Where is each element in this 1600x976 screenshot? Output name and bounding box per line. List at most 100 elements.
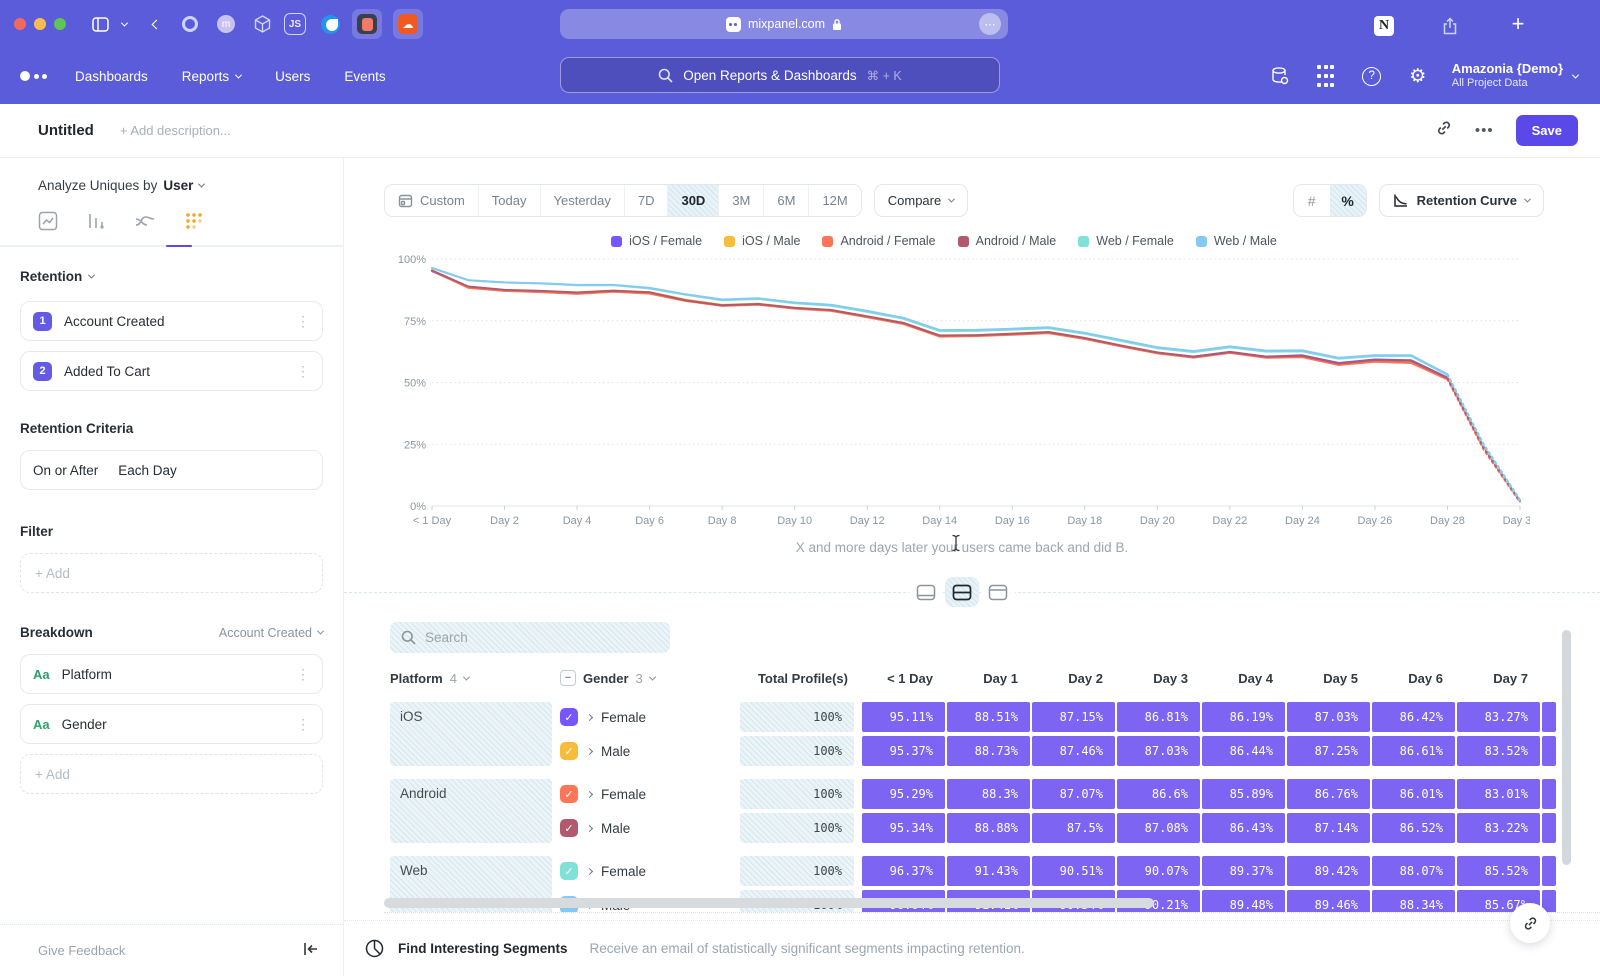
platform-cell[interactable]: Android (390, 779, 552, 843)
series-checkbox[interactable]: ✓ (560, 708, 578, 726)
share-link-fab[interactable] (1510, 903, 1550, 943)
column-header-7[interactable]: Day 6 (1372, 671, 1457, 686)
column-header-3[interactable]: Day 2 (1032, 671, 1117, 686)
column-header-5[interactable]: Day 4 (1202, 671, 1287, 686)
percent-mode-button[interactable]: % (1330, 185, 1366, 216)
expand-row-icon[interactable] (586, 747, 593, 754)
extension-bird-icon[interactable] (318, 12, 342, 36)
extension-cube-icon[interactable] (250, 12, 274, 36)
breakdown-item-platform[interactable]: Aa Platform ⋮ (20, 654, 323, 694)
share-icon[interactable] (1438, 14, 1462, 38)
tab-retention[interactable] (184, 211, 204, 241)
column-header-4[interactable]: Day 3 (1117, 671, 1202, 686)
extension-soundcloud-icon[interactable]: ☁ (393, 9, 423, 39)
report-title[interactable]: Untitled (38, 122, 94, 139)
tab-insights[interactable] (38, 211, 58, 241)
range-12m[interactable]: 12M (809, 185, 860, 216)
apps-grid-icon[interactable] (1314, 64, 1338, 88)
back-button[interactable] (144, 12, 168, 36)
save-button[interactable]: Save (1516, 115, 1578, 146)
collapse-sidebar-icon[interactable] (303, 942, 319, 959)
layout-table-only-button[interactable] (981, 577, 1015, 607)
account-switcher[interactable]: Amazonia {Demo} All Project Data (1452, 61, 1578, 91)
retention-section-header[interactable]: Retention (20, 269, 323, 284)
add-breakdown-button[interactable]: + Add (20, 754, 323, 794)
expand-row-icon[interactable] (586, 824, 593, 831)
column-header-0[interactable]: Total Profile(s) (740, 671, 862, 686)
range-custom[interactable]: Custom (385, 185, 479, 216)
retention-criteria-card[interactable]: On or After Each Day (20, 450, 323, 490)
series-checkbox[interactable]: ✓ (560, 742, 578, 760)
column-header-8[interactable]: Day 7 (1457, 671, 1542, 686)
report-description-placeholder[interactable]: + Add description... (120, 123, 231, 138)
range-30d[interactable]: 30D (668, 185, 719, 216)
legend-item-0[interactable]: iOS / Female (611, 234, 702, 248)
series-checkbox[interactable]: ✓ (560, 819, 578, 837)
criteria-mode[interactable]: On or After (33, 463, 98, 478)
expand-row-icon[interactable] (586, 713, 593, 720)
horizontal-scrollbar[interactable] (384, 898, 1154, 908)
nav-reports[interactable]: Reports (182, 69, 241, 84)
legend-item-2[interactable]: Android / Female (822, 234, 935, 248)
gender-column-header[interactable]: − Gender 3 (560, 670, 740, 686)
expand-row-icon[interactable] (586, 867, 593, 874)
add-filter-button[interactable]: + Add (20, 553, 323, 593)
legend-item-1[interactable]: iOS / Male (724, 234, 800, 248)
range-6m[interactable]: 6M (764, 185, 809, 216)
layout-split-button[interactable] (945, 577, 979, 607)
compare-button[interactable]: Compare (874, 184, 968, 217)
column-header-6[interactable]: Day 5 (1287, 671, 1372, 686)
breakdown-menu-icon[interactable]: ⋮ (296, 666, 310, 683)
breakdown-menu-icon[interactable]: ⋮ (296, 716, 310, 733)
nav-dashboards[interactable]: Dashboards (75, 69, 148, 84)
footer-title[interactable]: Find Interesting Segments (398, 941, 568, 956)
retention-step-1[interactable]: 1 Account Created ⋮ (20, 301, 323, 341)
step-menu-icon[interactable]: ⋮ (296, 363, 310, 380)
range-today[interactable]: Today (479, 185, 541, 216)
analyze-value-dropdown[interactable]: User (163, 178, 193, 193)
select-all-checkbox[interactable]: − (560, 670, 576, 686)
step-menu-icon[interactable]: ⋮ (296, 313, 310, 330)
column-header-1[interactable]: < 1 Day (862, 671, 947, 686)
tab-funnels[interactable] (86, 211, 106, 241)
chevron-down-icon[interactable] (116, 12, 132, 36)
global-search[interactable]: Open Reports & Dashboards ⌘ + K (560, 57, 1000, 93)
legend-item-4[interactable]: Web / Female (1078, 234, 1174, 248)
retention-step-2[interactable]: 2 Added To Cart ⋮ (20, 351, 323, 391)
settings-gear-icon[interactable]: ⚙ (1406, 64, 1430, 88)
url-bar[interactable]: mixpanel.com ⋯ (560, 9, 1008, 39)
vertical-scrollbar[interactable] (1562, 630, 1571, 865)
extension-m-icon[interactable]: m (214, 12, 238, 36)
breakdown-scope-dropdown[interactable]: Account Created (219, 626, 323, 640)
tab-flows[interactable] (134, 211, 156, 241)
window-controls[interactable] (14, 18, 66, 30)
series-checkbox[interactable]: ✓ (560, 785, 578, 803)
site-options-icon[interactable]: ⋯ (979, 13, 1001, 35)
give-feedback-link[interactable]: Give Feedback (38, 943, 125, 958)
legend-item-5[interactable]: Web / Male (1196, 234, 1277, 248)
platform-cell[interactable]: iOS (390, 702, 552, 766)
more-options-icon[interactable]: ••• (1475, 122, 1494, 139)
mixpanel-logo[interactable] (20, 70, 46, 82)
data-management-icon[interactable] (1268, 64, 1292, 88)
absolute-mode-button[interactable]: # (1294, 185, 1330, 216)
layout-chart-only-button[interactable] (909, 577, 943, 607)
minimize-window-button[interactable] (34, 18, 46, 30)
notion-tab-icon[interactable]: N (1372, 14, 1396, 38)
extension-ring-icon[interactable] (178, 12, 202, 36)
platform-column-header[interactable]: Platform 4 (390, 671, 560, 686)
new-tab-icon[interactable]: + (1506, 12, 1530, 36)
breakdown-item-gender[interactable]: Aa Gender ⋮ (20, 704, 323, 744)
range-3m[interactable]: 3M (719, 185, 764, 216)
sidebar-toggle-icon[interactable] (88, 12, 112, 36)
chart-type-dropdown[interactable]: Retention Curve (1379, 184, 1544, 217)
expand-row-icon[interactable] (586, 790, 593, 797)
criteria-interval[interactable]: Each Day (118, 463, 177, 478)
nav-events[interactable]: Events (344, 69, 385, 84)
extension-js-icon[interactable]: JS (284, 13, 306, 35)
range-yesterday[interactable]: Yesterday (541, 185, 625, 216)
help-icon[interactable]: ? (1360, 64, 1384, 88)
close-window-button[interactable] (14, 18, 26, 30)
table-search-input[interactable]: Search (390, 622, 670, 653)
extension-onepassword-icon[interactable] (352, 9, 382, 39)
